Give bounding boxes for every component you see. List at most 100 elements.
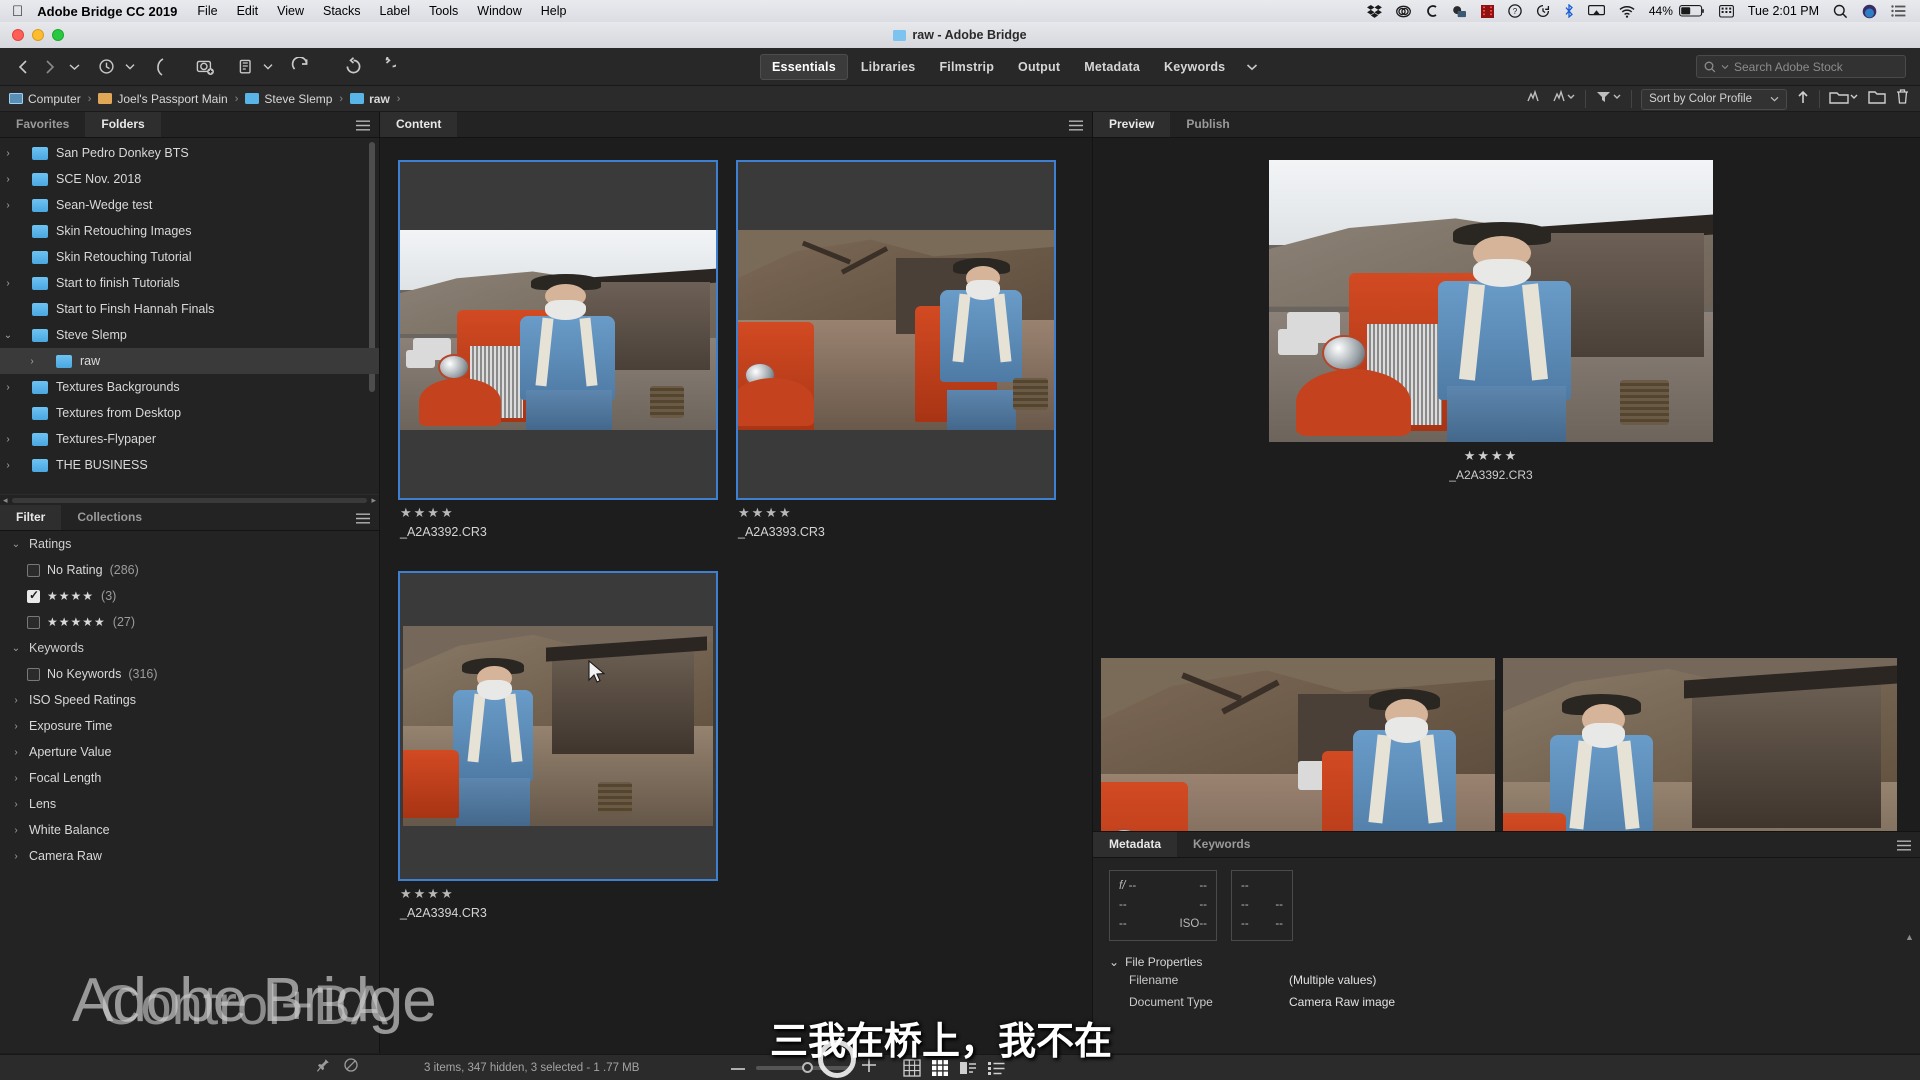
filter-section-exposure-time[interactable]: ›Exposure Time bbox=[0, 713, 379, 739]
forward-arrow-icon[interactable] bbox=[39, 48, 61, 86]
filter-section-aperture-value[interactable]: ›Aperture Value bbox=[0, 739, 379, 765]
menu-edit[interactable]: Edit bbox=[237, 4, 259, 18]
workspace-keywords[interactable]: Keywords bbox=[1153, 55, 1236, 79]
menu-file[interactable]: File bbox=[197, 4, 217, 18]
open-in-camera-raw-icon[interactable] bbox=[285, 48, 315, 86]
content-grid-area[interactable]: ★★★★ _A2A3392.CR3 bbox=[380, 138, 1092, 1053]
chevron-right-icon[interactable]: › bbox=[10, 851, 22, 862]
filter-section-camera-raw[interactable]: ›Camera Raw bbox=[0, 843, 379, 869]
menu-bar-clock[interactable]: Tue 2:01 PM bbox=[1748, 4, 1819, 18]
airplay-icon[interactable] bbox=[1588, 5, 1605, 18]
filter-section-ratings[interactable]: ⌄ Ratings bbox=[0, 531, 379, 557]
thumbnail-cell[interactable]: ★★★★ _A2A3392.CR3 bbox=[398, 160, 718, 539]
grid-view-icon[interactable] bbox=[903, 1059, 921, 1077]
chevron-right-icon[interactable]: › bbox=[0, 460, 16, 471]
tab-filter[interactable]: Filter bbox=[0, 505, 61, 530]
filter-no-rating[interactable]: No Rating (286) bbox=[0, 557, 379, 583]
star-rating[interactable]: ★★★★ bbox=[738, 505, 1054, 521]
chevron-right-icon[interactable]: › bbox=[10, 747, 22, 758]
filter-section-iso-speed-ratings[interactable]: ›ISO Speed Ratings bbox=[0, 687, 379, 713]
tab-metadata[interactable]: Metadata bbox=[1093, 832, 1177, 857]
apple-logo-icon[interactable]:  bbox=[12, 4, 23, 19]
file-name[interactable]: _A2A3394.CR3 bbox=[400, 906, 716, 920]
chevron-down-icon[interactable] bbox=[260, 48, 276, 86]
tab-content[interactable]: Content bbox=[380, 112, 457, 137]
menu-help[interactable]: Help bbox=[541, 4, 567, 18]
star-rating[interactable]: ★★★★ bbox=[400, 886, 716, 902]
active-app-name[interactable]: Adobe Bridge CC 2019 bbox=[37, 4, 177, 19]
panel-menu-icon[interactable] bbox=[356, 118, 370, 136]
workspace-essentials[interactable]: Essentials bbox=[760, 54, 848, 80]
tree-horizontal-scrollbar[interactable]: ◂ ▸ bbox=[0, 494, 379, 505]
filter-funnel-dropdown-icon[interactable] bbox=[1595, 89, 1622, 109]
filter-section-lens[interactable]: ›Lens bbox=[0, 791, 379, 817]
camera-sync-icon[interactable] bbox=[1452, 5, 1467, 18]
filter-section-white-balance[interactable]: ›White Balance bbox=[0, 817, 379, 843]
minus-icon[interactable] bbox=[730, 1059, 746, 1077]
bluetooth-icon[interactable] bbox=[1564, 4, 1574, 18]
preview-thumb-image[interactable] bbox=[1503, 658, 1897, 831]
menu-tools[interactable]: Tools bbox=[429, 4, 458, 18]
zoom-slider[interactable] bbox=[756, 1066, 851, 1070]
folder-row[interactable]: ⌄Steve Slemp bbox=[0, 322, 379, 348]
file-properties-header[interactable]: ⌄ File Properties bbox=[1109, 955, 1920, 969]
chevron-right-icon[interactable]: › bbox=[24, 356, 40, 367]
delete-icon[interactable] bbox=[1895, 88, 1910, 110]
spotlight-search-icon[interactable] bbox=[1833, 4, 1848, 19]
checkbox[interactable] bbox=[27, 668, 40, 681]
boomerang-icon[interactable] bbox=[147, 48, 173, 86]
thumbnail-image[interactable] bbox=[736, 160, 1056, 500]
thumbnail-cell[interactable]: ★★★★ _A2A3393.CR3 bbox=[736, 160, 1056, 539]
tab-favorites[interactable]: Favorites bbox=[0, 112, 85, 137]
creative-cloud-icon[interactable] bbox=[1396, 5, 1411, 18]
film-strip-icon[interactable] bbox=[1481, 5, 1494, 18]
chevron-right-icon[interactable]: › bbox=[10, 721, 22, 732]
search-adobe-stock-field[interactable]: Search Adobe Stock bbox=[1696, 55, 1906, 78]
breadcrumb-item-steve-slemp[interactable]: Steve Slemp bbox=[245, 92, 332, 106]
c-letter-icon[interactable] bbox=[1425, 4, 1438, 18]
checkbox[interactable] bbox=[27, 564, 40, 577]
preview-main-image[interactable] bbox=[1269, 160, 1713, 442]
rotate-clockwise-icon[interactable] bbox=[371, 48, 401, 86]
scroll-left-icon[interactable]: ◂ bbox=[3, 495, 8, 506]
workspace-libraries[interactable]: Libraries bbox=[850, 55, 927, 79]
folder-row[interactable]: Skin Retouching Images bbox=[0, 218, 379, 244]
preview-area[interactable]: ★★★★ _A2A3392.CR3 bbox=[1093, 138, 1920, 831]
preview-thumb-2[interactable]: ★★★★ _A2A3394.CR3 bbox=[1503, 658, 1897, 831]
checkbox[interactable] bbox=[27, 616, 40, 629]
filter-four-stars[interactable]: ★★★★ (3) bbox=[0, 583, 379, 609]
scroll-track[interactable] bbox=[12, 498, 368, 503]
chevron-right-icon[interactable]: › bbox=[0, 434, 16, 445]
chevron-right-icon[interactable]: › bbox=[10, 799, 22, 810]
filter-five-stars[interactable]: ★★★★★ (27) bbox=[0, 609, 379, 635]
chevron-right-icon[interactable]: › bbox=[0, 382, 16, 393]
info-circle-icon[interactable]: ? bbox=[1508, 4, 1522, 18]
thumbnail-image[interactable] bbox=[398, 160, 718, 500]
folder-row[interactable]: Start to Finsh Hannah Finals bbox=[0, 296, 379, 322]
sort-ascending-icon[interactable] bbox=[1796, 89, 1810, 110]
tab-folders[interactable]: Folders bbox=[85, 112, 160, 137]
workspace-output[interactable]: Output bbox=[1007, 55, 1071, 79]
chevron-down-icon[interactable]: ⌄ bbox=[10, 643, 22, 654]
time-machine-icon[interactable] bbox=[1536, 4, 1550, 18]
scroll-right-icon[interactable]: ▸ bbox=[371, 495, 376, 506]
filter-section-focal-length[interactable]: ›Focal Length bbox=[0, 765, 379, 791]
panel-menu-icon[interactable] bbox=[356, 511, 370, 529]
menu-stacks[interactable]: Stacks bbox=[323, 4, 361, 18]
chevron-right-icon[interactable]: › bbox=[10, 695, 22, 706]
get-photos-from-camera-icon[interactable] bbox=[190, 48, 222, 86]
new-folder-icon[interactable] bbox=[1868, 89, 1886, 110]
folder-row[interactable]: ›Sean-Wedge test bbox=[0, 192, 379, 218]
new-folder-dropdown-icon[interactable] bbox=[1829, 89, 1859, 110]
siri-icon[interactable] bbox=[1862, 4, 1877, 19]
tab-preview[interactable]: Preview bbox=[1093, 112, 1170, 137]
checkbox[interactable] bbox=[27, 590, 40, 603]
thumbnail-view-icon[interactable] bbox=[931, 1059, 949, 1077]
no-entry-icon[interactable] bbox=[344, 1058, 358, 1077]
folder-row[interactable]: ›Textures Backgrounds bbox=[0, 374, 379, 400]
folder-row[interactable]: ›Textures-Flypaper bbox=[0, 426, 379, 452]
menu-view[interactable]: View bbox=[277, 4, 304, 18]
menu-label[interactable]: Label bbox=[380, 4, 411, 18]
preview-thumb-image[interactable] bbox=[1101, 658, 1495, 831]
chevron-down-icon[interactable] bbox=[1238, 48, 1266, 86]
